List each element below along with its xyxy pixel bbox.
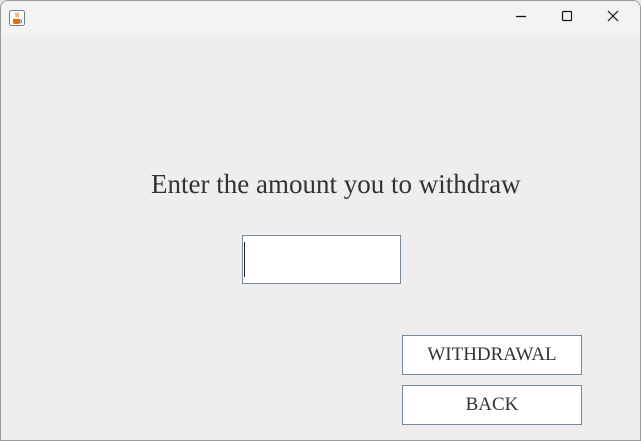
java-cup-icon <box>9 10 25 26</box>
close-button[interactable] <box>590 1 636 35</box>
minimize-icon <box>515 9 527 27</box>
back-button[interactable]: BACK <box>402 385 582 425</box>
withdrawal-button[interactable]: WITHDRAWAL <box>402 335 582 375</box>
minimize-button[interactable] <box>498 1 544 35</box>
close-icon <box>607 9 619 27</box>
title-bar[interactable] <box>1 1 640 35</box>
maximize-button[interactable] <box>544 1 590 35</box>
amount-input[interactable] <box>242 235 401 284</box>
app-window: Enter the amount you to withdraw WITHDRA… <box>0 0 641 441</box>
main-panel: Enter the amount you to withdraw WITHDRA… <box>1 35 640 440</box>
text-caret <box>244 242 245 277</box>
maximize-icon <box>561 9 573 27</box>
prompt-label: Enter the amount you to withdraw <box>151 169 521 199</box>
